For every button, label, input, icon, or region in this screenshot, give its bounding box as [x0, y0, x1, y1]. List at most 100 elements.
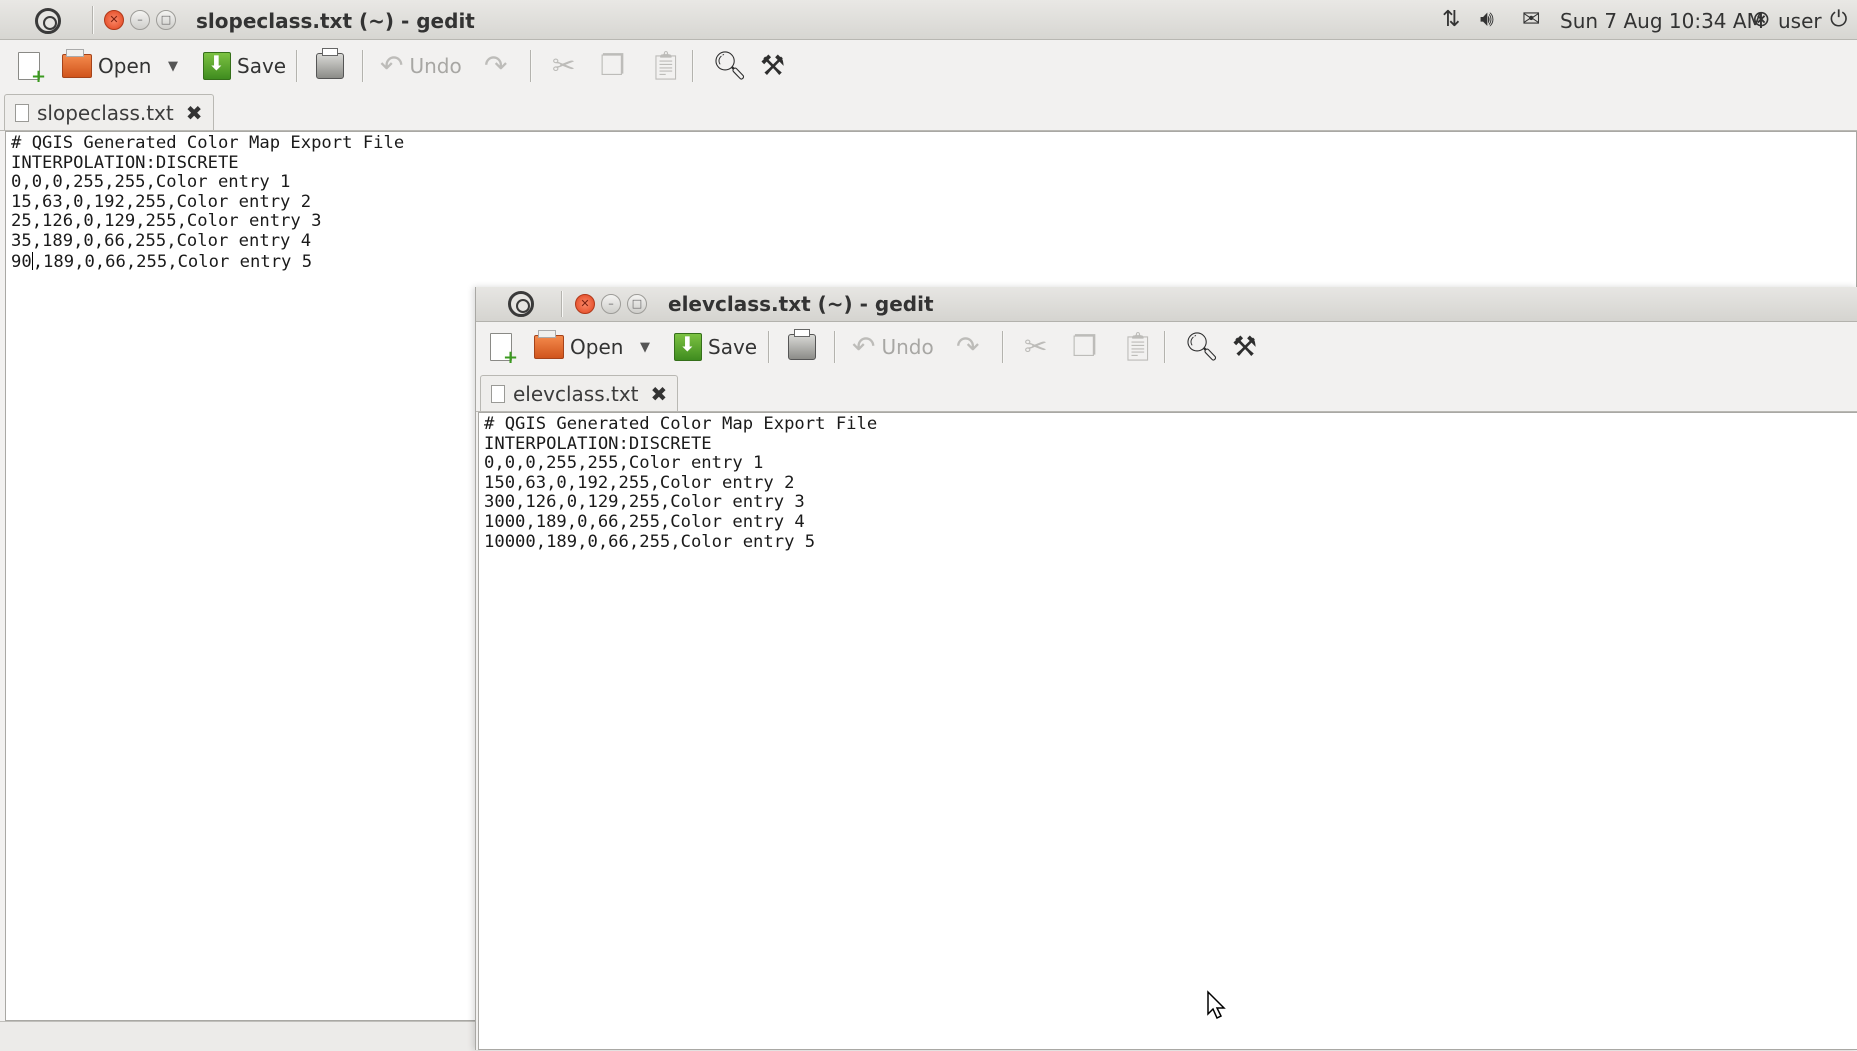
- undo-icon: ↶: [852, 330, 876, 363]
- window-maximize-button[interactable]: □: [156, 10, 176, 30]
- document-text: # QGIS Generated Color Map Export File IN…: [479, 413, 1857, 552]
- text-editor-elevclass[interactable]: # QGIS Generated Color Map Export File IN…: [478, 412, 1857, 1050]
- panel-separator: [92, 6, 93, 34]
- open-dropdown-button[interactable]: ▼: [168, 46, 178, 86]
- undo-button[interactable]: ↶ Undo: [380, 46, 462, 86]
- toolbar-separator: [1164, 331, 1165, 363]
- folder-open-icon: [62, 49, 92, 78]
- mouse-pointer-icon: [1207, 990, 1226, 1020]
- undo-button[interactable]: ↶ Undo: [852, 327, 934, 367]
- user-status-icon[interactable]: ⊗: [1752, 7, 1770, 32]
- open-button[interactable]: Open: [534, 327, 623, 367]
- window-close-button[interactable]: ✕: [575, 294, 595, 314]
- window-titlebar[interactable]: ✕ – □ elevclass.txt (~) - gedit: [476, 287, 1857, 322]
- cut-button[interactable]: ✂: [1024, 327, 1047, 367]
- text-line: 1000,189,0,66,255,Color entry 4: [484, 511, 805, 532]
- user-menu[interactable]: user: [1778, 9, 1822, 33]
- print-icon: [316, 48, 344, 79]
- volume-icon[interactable]: 🔊︎: [1480, 7, 1494, 32]
- window-title: elevclass.txt (~) - gedit: [668, 292, 934, 316]
- window-close-button[interactable]: ✕: [104, 10, 124, 30]
- replace-button[interactable]: ⚒: [760, 46, 785, 86]
- document-icon: [15, 103, 29, 122]
- network-icon[interactable]: ⇅: [1442, 7, 1460, 32]
- replace-button[interactable]: ⚒: [1232, 327, 1257, 367]
- text-line: 25,126,0,129,255,Color entry 3: [11, 211, 322, 232]
- copy-icon: ❐: [1072, 330, 1098, 363]
- save-button[interactable]: Save: [674, 327, 757, 367]
- paste-icon: 📋︎: [1120, 330, 1156, 363]
- text-line-with-caret: 90,189,0,66,255,Color entry 5: [11, 251, 1856, 272]
- open-button[interactable]: Open: [62, 46, 151, 86]
- text-line: INTERPOLATION:DISCRETE: [11, 152, 239, 173]
- document-icon: [491, 384, 505, 403]
- save-label: Save: [237, 54, 287, 78]
- chevron-down-icon: ▼: [168, 58, 178, 74]
- new-button[interactable]: +: [18, 46, 46, 86]
- text-line: 150,63,0,192,255,Color entry 2: [484, 472, 795, 493]
- toolbar: + Open ▼ Save ↶ Undo ↷ ✂ ❐: [476, 321, 1857, 373]
- save-button[interactable]: Save: [203, 46, 286, 86]
- print-icon: [788, 329, 816, 360]
- window-maximize-button[interactable]: □: [627, 294, 647, 314]
- window-minimize-button[interactable]: –: [130, 10, 150, 30]
- tab-slopeclass[interactable]: slopeclass.txt ✖: [4, 94, 214, 130]
- new-document-icon: +: [18, 52, 46, 86]
- top-panel: ✕ – □ slopeclass.txt (~) - gedit ⇅ 🔊︎ ✉ …: [0, 0, 1857, 40]
- save-icon: [674, 332, 702, 361]
- text-line: # QGIS Generated Color Map Export File: [484, 414, 878, 434]
- redo-button[interactable]: ↷: [956, 327, 979, 367]
- text-line: 10000,189,0,66,255,Color entry 5: [484, 531, 816, 552]
- mail-icon[interactable]: ✉: [1522, 7, 1540, 32]
- new-document-icon: +: [490, 333, 518, 367]
- tab-elevclass[interactable]: elevclass.txt ✖: [480, 375, 679, 411]
- toolbar-separator: [1002, 331, 1003, 363]
- window-minimize-button[interactable]: –: [601, 294, 621, 314]
- chevron-down-icon: ▼: [640, 339, 650, 355]
- ubuntu-logo-icon[interactable]: [508, 291, 534, 317]
- undo-label: Undo: [881, 335, 934, 359]
- text-before-caret: 90: [11, 251, 32, 272]
- print-button[interactable]: [316, 46, 344, 86]
- text-after-caret: ,189,0,66,255,Color entry 5: [32, 251, 313, 272]
- redo-icon: ↷: [484, 49, 508, 82]
- paste-button[interactable]: 📋︎: [1120, 327, 1156, 367]
- close-tab-icon[interactable]: ✖: [186, 101, 203, 125]
- undo-icon: ↶: [380, 49, 404, 82]
- cut-button[interactable]: ✂: [552, 46, 575, 86]
- search-icon: 🔍︎: [712, 49, 748, 82]
- close-tab-icon[interactable]: ✖: [651, 382, 668, 406]
- scissors-icon: ✂: [1024, 330, 1048, 363]
- tab-label: slopeclass.txt: [37, 100, 174, 125]
- copy-icon: ❐: [600, 49, 626, 82]
- toolbar-separator: [530, 50, 531, 82]
- toolbar-separator: [834, 331, 835, 363]
- print-button[interactable]: [788, 327, 816, 367]
- document-tabs: elevclass.txt ✖: [476, 373, 1857, 412]
- ubuntu-logo-icon[interactable]: [35, 8, 61, 34]
- text-line: 35,189,0,66,255,Color entry 4: [11, 230, 312, 251]
- redo-button[interactable]: ↷: [484, 46, 507, 86]
- power-icon[interactable]: ⏻: [1830, 7, 1847, 32]
- save-icon: [203, 51, 231, 80]
- find-replace-icon: ⚒: [760, 49, 786, 82]
- new-button[interactable]: +: [490, 327, 518, 367]
- text-line: 15,63,0,192,255,Color entry 2: [11, 191, 312, 212]
- toolbar-separator: [692, 50, 693, 82]
- find-button[interactable]: 🔍︎: [1184, 327, 1220, 367]
- folder-open-icon: [534, 330, 564, 359]
- clock[interactable]: Sun 7 Aug 10:34 AM: [1560, 9, 1764, 33]
- text-line: 0,0,0,255,255,Color entry 1: [11, 172, 291, 193]
- open-label: Open: [570, 335, 624, 359]
- copy-button[interactable]: ❐: [600, 46, 625, 86]
- toolbar-separator: [296, 50, 297, 82]
- paste-icon: 📋︎: [648, 49, 684, 82]
- text-line: # QGIS Generated Color Map Export File: [11, 133, 405, 153]
- toolbar: + Open ▼ Save ↶ Undo ↷ ✂ ❐: [0, 40, 1857, 92]
- open-dropdown-button[interactable]: ▼: [640, 327, 650, 367]
- status-bar: [0, 1021, 480, 1051]
- save-label: Save: [708, 335, 758, 359]
- find-button[interactable]: 🔍︎: [712, 46, 748, 86]
- paste-button[interactable]: 📋︎: [648, 46, 684, 86]
- copy-button[interactable]: ❐: [1072, 327, 1097, 367]
